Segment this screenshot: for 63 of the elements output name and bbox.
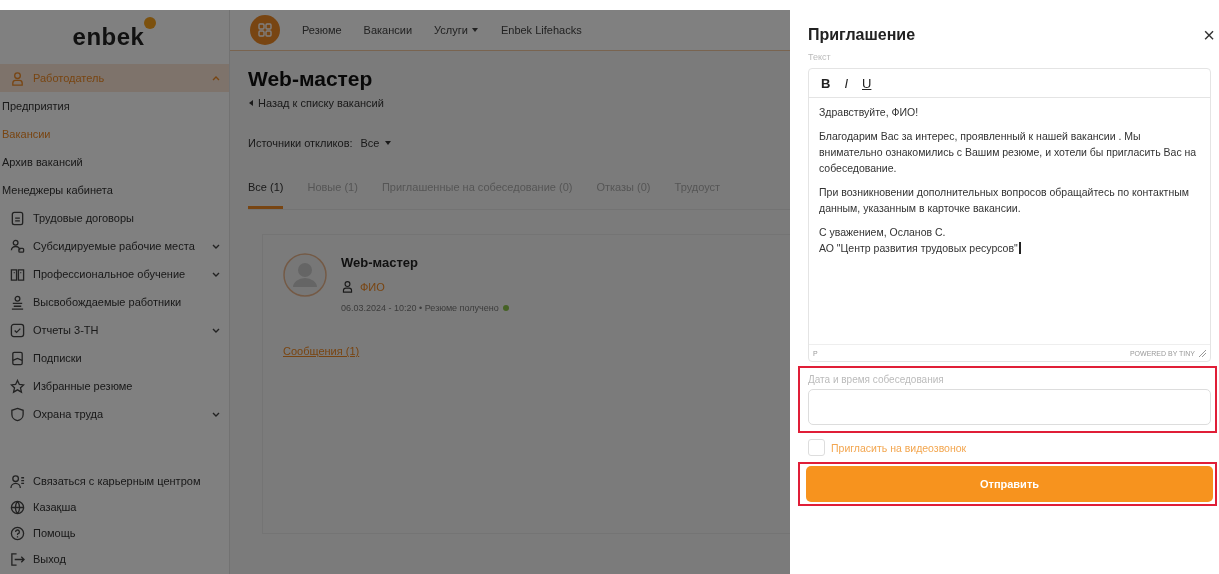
user-icon <box>10 70 25 86</box>
send-button[interactable]: Отправить <box>806 466 1213 502</box>
resize-grip-icon <box>1198 349 1206 357</box>
sidebar-item[interactable]: Помощь <box>0 520 229 546</box>
page-title: Web-мастер <box>248 67 374 91</box>
logout-icon <box>10 551 25 567</box>
sidebar-item[interactable]: Высвобождаемые работники <box>0 288 229 316</box>
checkbox-icon <box>10 322 25 338</box>
sidebar-item[interactable]: Охрана труда <box>0 400 229 428</box>
source-dropdown[interactable]: Все <box>360 137 392 149</box>
sidebar-item[interactable]: Архив вакансий <box>0 148 229 176</box>
document-icon <box>10 210 25 226</box>
message-paragraph: Здравствуйте, ФИО! <box>819 105 920 120</box>
back-link[interactable]: Назад к списку вакансий <box>248 97 384 109</box>
nav-link[interactable]: Enbek Lifehacks <box>500 24 582 36</box>
star-icon <box>10 378 25 394</box>
underline-button[interactable]: U <box>858 75 876 91</box>
user-icon <box>341 280 354 293</box>
status-dot-icon <box>502 305 509 311</box>
logo-icon[interactable] <box>250 15 280 45</box>
message-paragraph: Благодарим Вас за интерес, проявленный к нашей вакансии . Мы внимательно ознакомились с Вашим резюме, и хотели бы пригласить Вас на собеседование. <box>819 129 1198 176</box>
nav-link[interactable]: Вакансии <box>363 24 413 36</box>
close-button[interactable]: × <box>1201 27 1217 43</box>
caret-down-icon <box>470 26 479 34</box>
people-icon <box>10 238 25 254</box>
checkbox[interactable] <box>808 439 825 456</box>
sidebar-item[interactable]: Выход <box>0 546 229 572</box>
sidebar-item[interactable]: Субсидируемые рабочие места <box>0 232 229 260</box>
sidebar-item[interactable]: Казақша <box>0 494 229 520</box>
globe-icon <box>10 499 25 515</box>
vacancy-title: Web-мастер <box>341 255 419 270</box>
book-icon <box>10 266 25 282</box>
contact-icon <box>10 473 25 489</box>
sidebar-item[interactable]: Избранные резюме <box>0 372 229 400</box>
logo[interactable]: enbek <box>72 17 157 51</box>
logo-dot-icon <box>144 17 157 29</box>
message-paragraph: При возникновении дополнительных вопросов обращайтесь по контактным данным, указанным в карточке вакансии. <box>819 185 1190 216</box>
field-label: Текст <box>808 52 831 62</box>
bold-button[interactable]: B <box>817 75 835 91</box>
nav-link[interactable]: Резюме <box>302 24 342 36</box>
sidebar-item[interactable]: Отчеты 3-ТН <box>0 316 229 344</box>
date-time-field[interactable] <box>808 389 1211 425</box>
tab[interactable]: Все (1) <box>248 181 284 209</box>
rich-text-editor[interactable] <box>808 68 1211 362</box>
sidebar-item[interactable]: Подписки <box>0 344 229 372</box>
sidebar-item[interactable]: Предприятия <box>0 92 229 120</box>
sidebar-item[interactable]: Связаться с карьерным центром <box>0 468 229 494</box>
sidebar-item[interactable]: Менеджеры кабинета <box>0 176 229 204</box>
sidebar-item[interactable]: Профессиональное обучение <box>0 260 229 288</box>
italic-button[interactable]: I <box>840 75 852 91</box>
message-paragraph: С уважением, Осланов С. АО "Центр развития трудовых ресурсов" <box>819 224 1200 256</box>
dialog-title: Приглашение <box>808 26 916 44</box>
nav-link[interactable]: Услуги <box>434 24 479 36</box>
people-icon <box>10 294 25 310</box>
avatar-icon <box>283 253 327 297</box>
sidebar-item[interactable]: Трудовые договоры <box>0 204 229 232</box>
caret-left-icon <box>248 99 254 107</box>
shield-icon <box>10 406 25 422</box>
caret-down-icon <box>383 139 392 147</box>
field-label: Дата и время собеседования <box>808 374 945 385</box>
bookmark-icon <box>10 350 25 366</box>
help-icon <box>10 525 25 541</box>
filter-label: Источники откликов: <box>248 137 353 149</box>
